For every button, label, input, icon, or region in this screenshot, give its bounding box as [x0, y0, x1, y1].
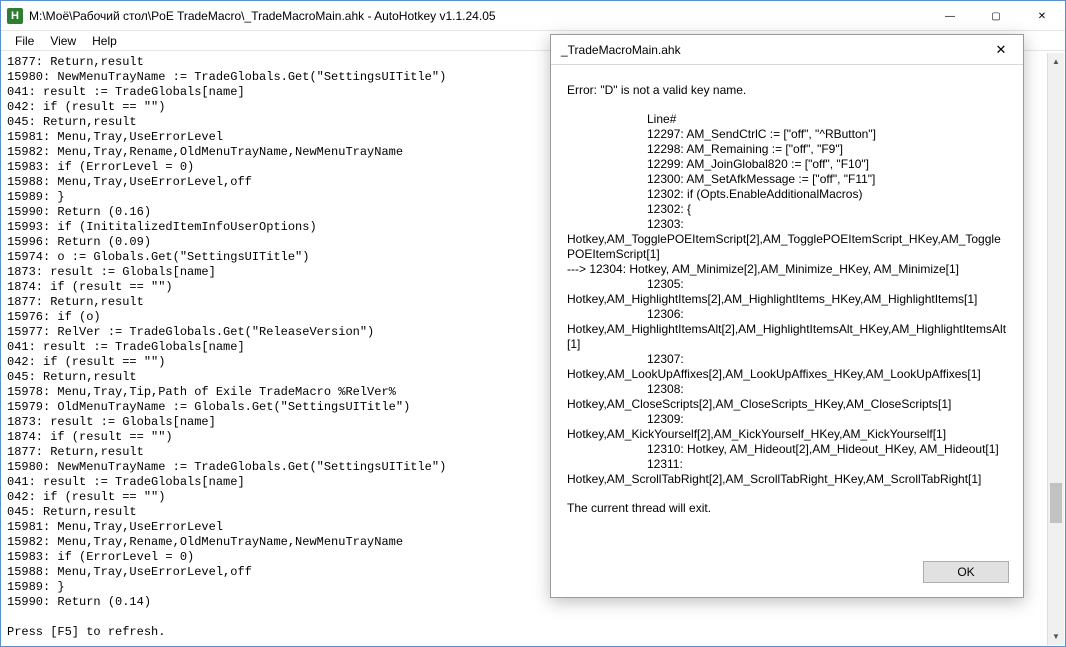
dialog-wrap-line: Hotkey,AM_HighlightItemsAlt[2],AM_Highli… [567, 322, 1007, 352]
dialog-wrap-line: Hotkey,AM_KickYourself[2],AM_KickYoursel… [567, 427, 1007, 442]
dialog-code-line: 12309: [567, 412, 1007, 427]
window-controls: — ▢ ✕ [927, 1, 1065, 30]
menu-file[interactable]: File [7, 32, 42, 50]
maximize-button[interactable]: ▢ [973, 1, 1019, 31]
dialog-close-button[interactable]: ✕ [979, 35, 1023, 65]
line-number-label: Line# [567, 112, 1007, 127]
dialog-code-line: 12299: AM_JoinGlobal820 := ["off", "F10"… [567, 157, 1007, 172]
dialog-title: _TradeMacroMain.ahk [561, 43, 681, 57]
close-button[interactable]: ✕ [1019, 1, 1065, 31]
ok-button[interactable]: OK [923, 561, 1009, 583]
dialog-code-line: 12298: AM_Remaining := ["off", "F9"] [567, 142, 1007, 157]
titlebar[interactable]: H M:\Моё\Рабочий стол\PoE TradeMacro\_Tr… [1, 1, 1065, 31]
dialog-code-line: 12307: [567, 352, 1007, 367]
dialog-code-line: 12302: { [567, 202, 1007, 217]
dialog-code-line: 12303: [567, 217, 1007, 232]
dialog-arrow-line: ---> 12304: Hotkey, AM_Minimize[2],AM_Mi… [567, 262, 1007, 277]
error-dialog: _TradeMacroMain.ahk ✕ Error: "D" is not … [550, 34, 1024, 598]
dialog-code-line: 12305: [567, 277, 1007, 292]
scroll-down-arrow-icon[interactable]: ▼ [1048, 628, 1064, 645]
vertical-scrollbar[interactable]: ▲ ▼ [1047, 53, 1064, 645]
dialog-exit-message: The current thread will exit. [567, 501, 1007, 516]
dialog-code-line: 12308: [567, 382, 1007, 397]
error-header: Error: "D" is not a valid key name. [567, 83, 1007, 98]
dialog-code-line: 12310: Hotkey, AM_Hideout[2],AM_Hideout_… [567, 442, 1007, 457]
scroll-thumb[interactable] [1050, 483, 1062, 523]
dialog-wrap-line: Hotkey,AM_LookUpAffixes[2],AM_LookUpAffi… [567, 367, 1007, 382]
dialog-wrap-line: Hotkey,AM_TogglePOEItemScript[2],AM_Togg… [567, 232, 1007, 262]
window-title: M:\Моё\Рабочий стол\PoE TradeMacro\_Trad… [29, 9, 927, 23]
dialog-code-line: 12311: [567, 457, 1007, 472]
dialog-wrap-line: Hotkey,AM_ScrollTabRight[2],AM_ScrollTab… [567, 472, 1007, 487]
menu-help[interactable]: Help [84, 32, 125, 50]
dialog-code-line: 12306: [567, 307, 1007, 322]
scroll-up-arrow-icon[interactable]: ▲ [1048, 53, 1064, 70]
app-icon: H [7, 8, 23, 24]
minimize-button[interactable]: — [927, 1, 973, 31]
dialog-body: Error: "D" is not a valid key name. Line… [551, 65, 1023, 551]
menu-view[interactable]: View [42, 32, 84, 50]
dialog-code-line: 12297: AM_SendCtrlC := ["off", "^RButton… [567, 127, 1007, 142]
dialog-code-line: 12302: if (Opts.EnableAdditionalMacros) [567, 187, 1007, 202]
dialog-code-line: 12300: AM_SetAfkMessage := ["off", "F11"… [567, 172, 1007, 187]
dialog-wrap-line: Hotkey,AM_CloseScripts[2],AM_CloseScript… [567, 397, 1007, 412]
dialog-buttons: OK [551, 551, 1023, 597]
dialog-titlebar[interactable]: _TradeMacroMain.ahk ✕ [551, 35, 1023, 65]
dialog-code-lines: 12297: AM_SendCtrlC := ["off", "^RButton… [567, 127, 1007, 232]
dialog-wrap-line: Hotkey,AM_HighlightItems[2],AM_Highlight… [567, 292, 1007, 307]
